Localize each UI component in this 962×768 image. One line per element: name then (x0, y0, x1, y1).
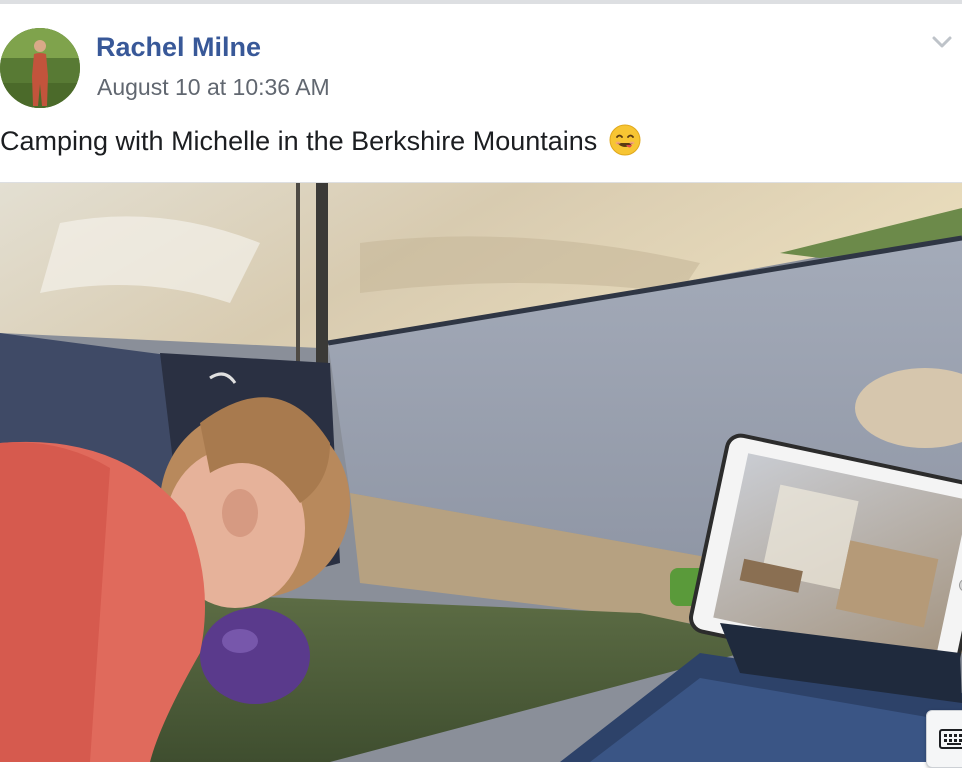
keyboard-button[interactable] (926, 710, 962, 768)
smiling-face-savoring-food-icon (609, 124, 641, 156)
post-photo[interactable] (0, 183, 962, 762)
tent-photo-image (0, 183, 962, 762)
avatar[interactable] (0, 28, 80, 108)
feed-post: Rachel Milne August 10 at 10:36 AM Campi… (0, 0, 962, 768)
keyboard-icon (939, 729, 962, 749)
avatar-photo (0, 28, 80, 108)
post-caption: Camping with Michelle in the Berkshire M… (0, 124, 641, 157)
chevron-down-icon[interactable] (928, 30, 956, 54)
author-name-link[interactable]: Rachel Milne (96, 32, 261, 63)
caption-text: Camping with Michelle in the Berkshire M… (0, 126, 598, 156)
post-timestamp[interactable]: August 10 at 10:36 AM (97, 74, 330, 101)
